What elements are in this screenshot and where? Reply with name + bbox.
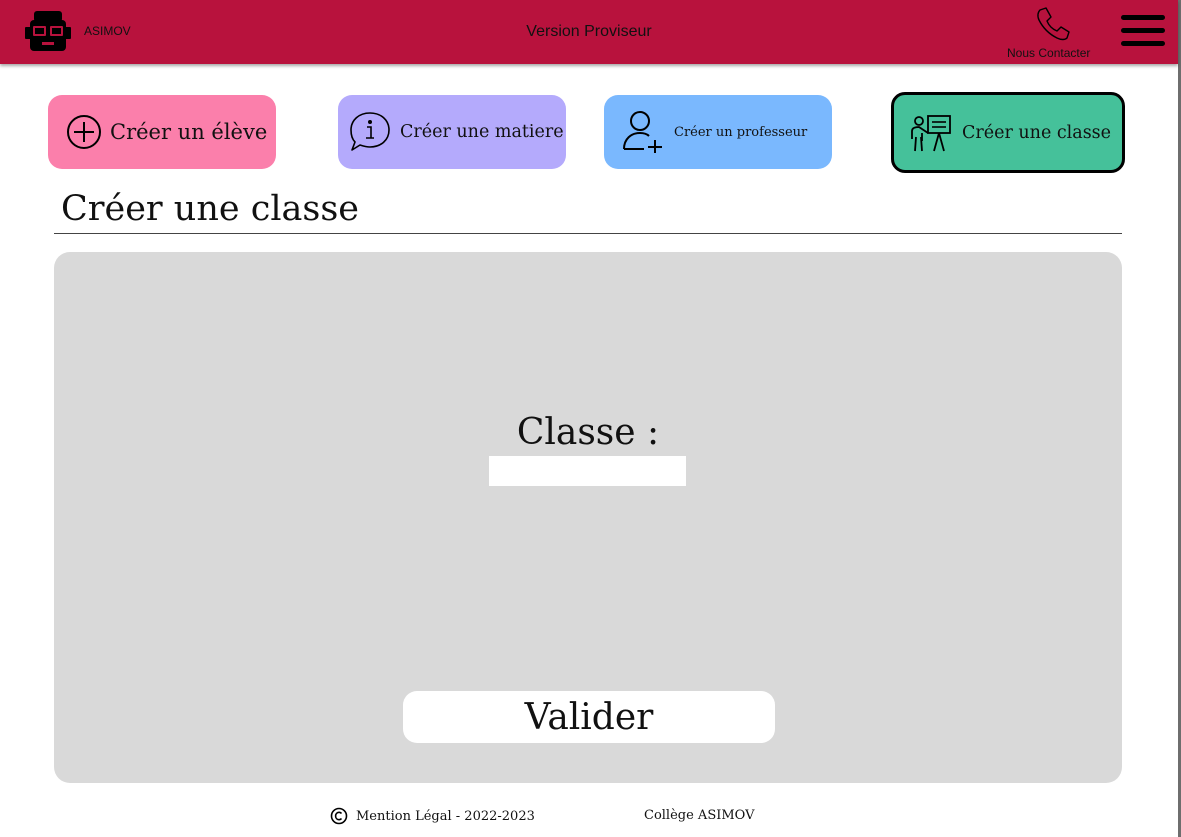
footer-legal: Mention Légal - 2022-2023 (330, 807, 535, 825)
create-teacher-label: Créer un professeur (674, 124, 808, 140)
teacher-board-icon (911, 114, 951, 151)
create-subject-label: Créer une matiere (400, 122, 564, 142)
create-student-button[interactable]: Créer un élève (48, 95, 276, 169)
create-student-label: Créer un élève (110, 120, 268, 144)
contact-link[interactable]: Nous Contacter (1007, 46, 1090, 60)
top-header: ASIMOV Version Proviseur Nous Contacter (0, 0, 1178, 64)
classe-input[interactable] (489, 456, 686, 486)
phone-icon[interactable] (1032, 4, 1072, 44)
validate-button[interactable]: Valider (403, 691, 775, 743)
page-title: Créer une classe (61, 189, 360, 229)
title-divider (54, 233, 1122, 234)
legal-mention-link[interactable]: Mention Légal - 2022-2023 (356, 809, 535, 824)
hamburger-menu-icon[interactable] (1121, 15, 1165, 47)
footer-college: Collège ASIMOV (644, 808, 755, 823)
plus-circle-icon (67, 115, 101, 149)
create-class-label: Créer une classe (962, 122, 1112, 143)
create-class-button[interactable]: Créer une classe (891, 92, 1125, 173)
page-version-title: Version Proviseur (526, 23, 652, 40)
add-user-icon (623, 111, 662, 153)
classe-field-label: Classe : (516, 412, 660, 453)
info-speech-bubble-icon (350, 112, 390, 151)
create-teacher-button[interactable]: Créer un professeur (604, 95, 832, 169)
copyright-icon (330, 807, 348, 825)
class-form-panel: Classe : Valider (54, 252, 1122, 783)
create-subject-button[interactable]: Créer une matiere (338, 95, 566, 169)
